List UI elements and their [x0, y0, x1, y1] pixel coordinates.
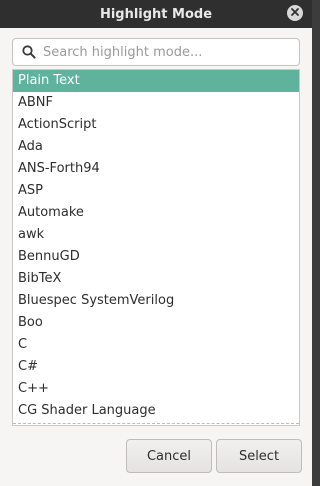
search-icon [21, 44, 37, 60]
select-button[interactable]: Select [216, 439, 302, 473]
cancel-button[interactable]: Cancel [126, 439, 212, 473]
close-icon [290, 6, 300, 21]
list-item[interactable]: Bluespec SystemVerilog [13, 290, 299, 312]
list-divider [13, 423, 299, 424]
list-item[interactable]: ASP [13, 180, 299, 202]
list-item[interactable]: awk [13, 224, 299, 246]
list-item[interactable]: C++ [13, 378, 299, 400]
search-box[interactable] [12, 38, 300, 66]
list-item[interactable]: C [13, 334, 299, 356]
list-item[interactable]: C# [13, 356, 299, 378]
list-item[interactable]: ActionScript [13, 114, 299, 136]
list-item[interactable]: Plain Text [13, 70, 299, 92]
title-bar: Highlight Mode [0, 0, 312, 28]
window-title: Highlight Mode [99, 6, 213, 22]
list-item[interactable]: ABNF [13, 92, 299, 114]
list-item[interactable]: BennuGD [13, 246, 299, 268]
close-button[interactable] [287, 5, 303, 21]
list-item[interactable]: ANS-Forth94 [13, 158, 299, 180]
list-item[interactable]: Automake [13, 202, 299, 224]
highlight-mode-dialog: Highlight Mode Plain TextABNFActionScrip… [0, 0, 312, 486]
search-input[interactable] [43, 44, 293, 60]
list-item[interactable]: Ada [13, 136, 299, 158]
highlight-mode-list[interactable]: Plain Text ABNF ActionScript Ada ANS-Forth94… [12, 69, 300, 426]
list-item[interactable]: Boo [13, 312, 299, 334]
list-item[interactable]: BibTeX [13, 268, 299, 290]
list-item[interactable]: CG Shader Language [13, 400, 299, 422]
